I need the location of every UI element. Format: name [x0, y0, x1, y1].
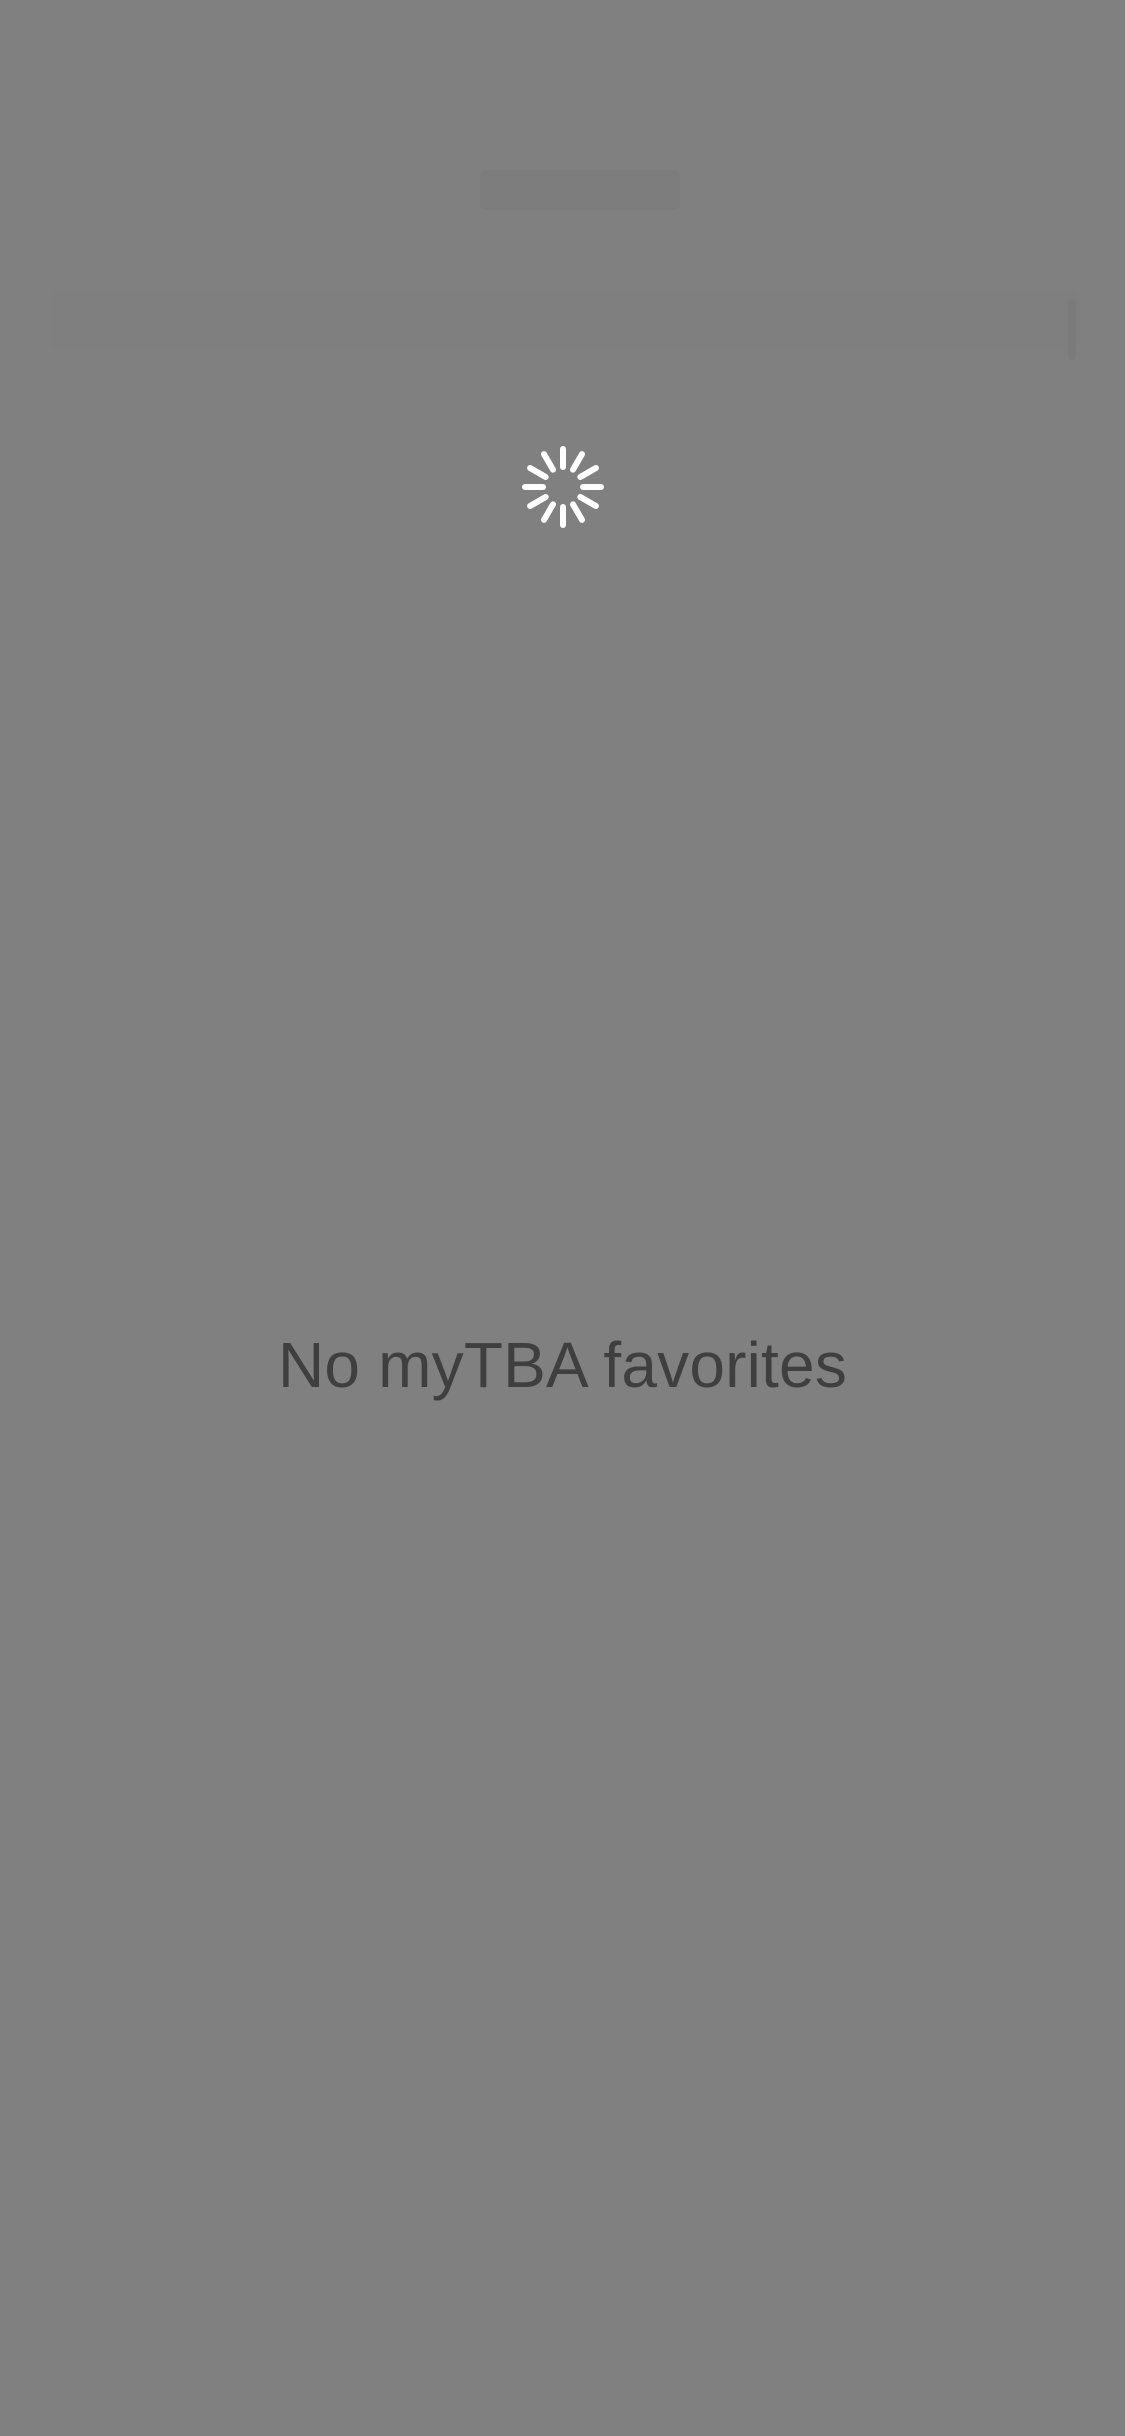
dimmed-segmented-control — [50, 290, 1080, 350]
empty-state-message: No myTBA favorites — [277, 1329, 848, 1401]
mytba-favorites-screen: No myTBA favorites — [0, 0, 1125, 2436]
dimmed-edge-control — [1068, 300, 1076, 360]
dimmed-nav-title — [480, 150, 680, 230]
activity-spinner-icon — [521, 445, 605, 529]
